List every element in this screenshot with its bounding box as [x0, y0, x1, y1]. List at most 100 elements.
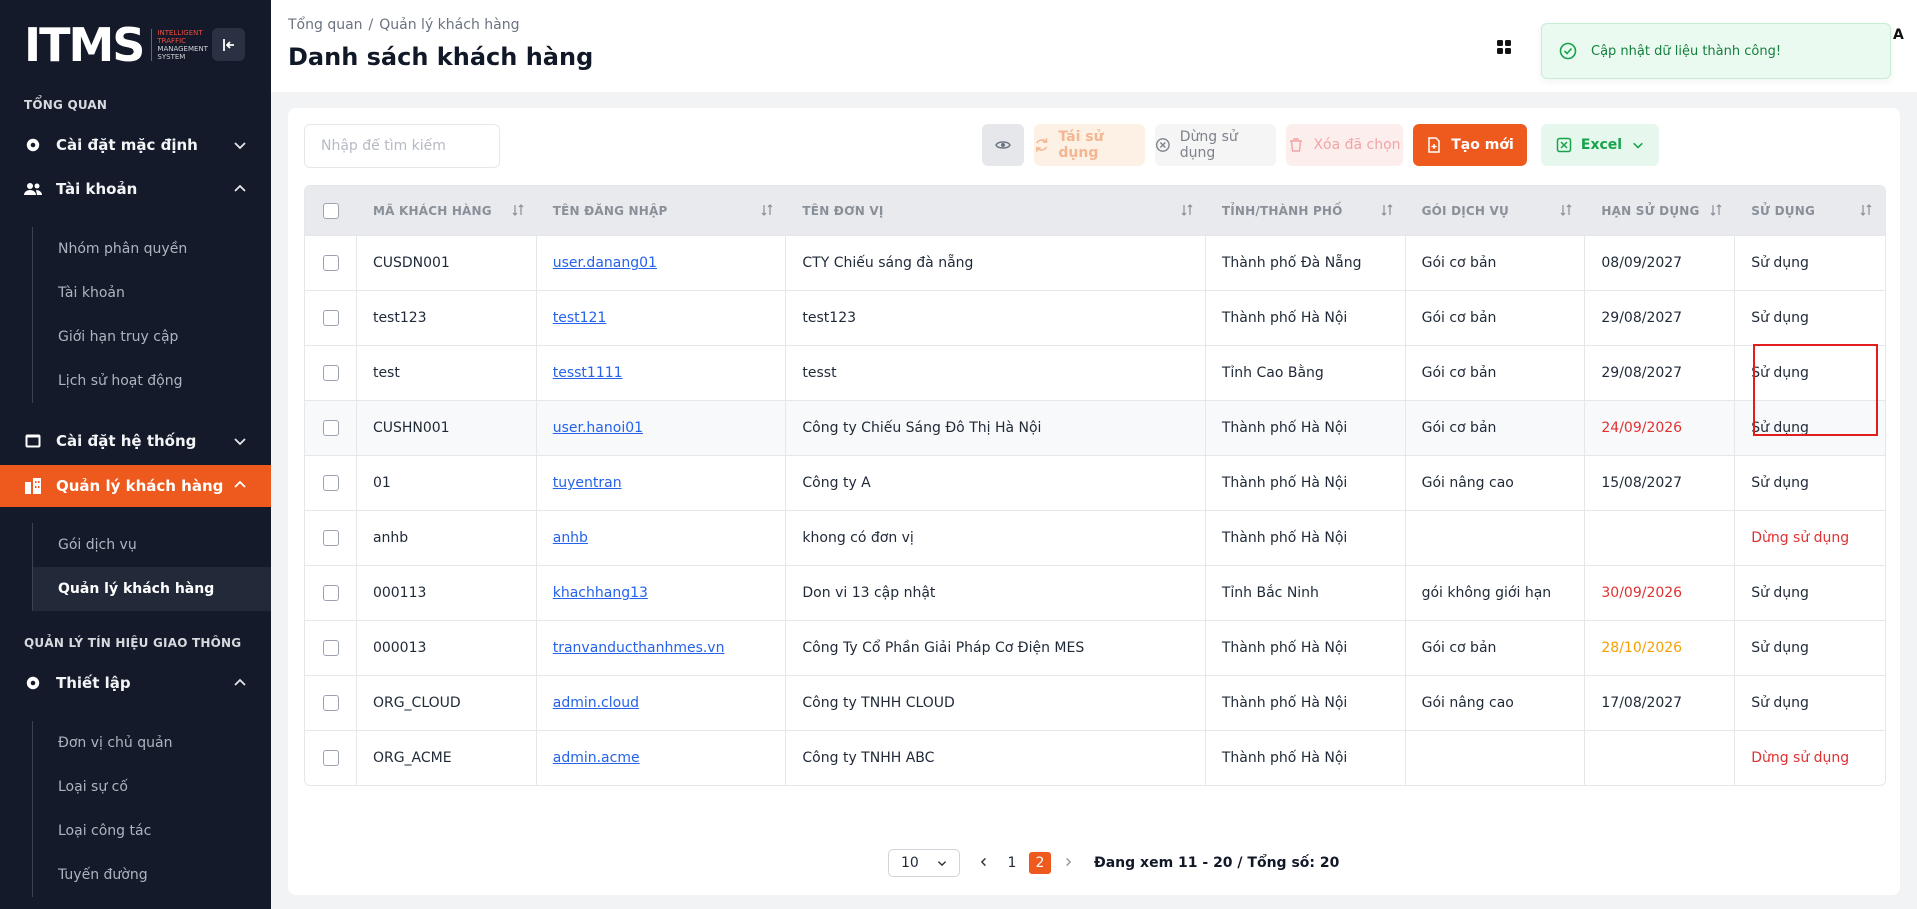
- page-2-button[interactable]: 2: [1029, 852, 1051, 874]
- row-select-cell: [305, 236, 357, 290]
- username-link[interactable]: admin.acme: [553, 750, 640, 766]
- row-checkbox[interactable]: [323, 530, 339, 546]
- sidebar-item-routes[interactable]: Tuyến đường: [33, 853, 271, 897]
- cell-customer-code: test123: [357, 291, 537, 345]
- logo-text: ITMS: [24, 18, 145, 72]
- trash-icon: [1290, 138, 1303, 152]
- menu-customer-management[interactable]: Quản lý khách hàng: [0, 465, 271, 507]
- menu-system-settings-label: Cài đặt hệ thống: [56, 432, 197, 450]
- cell-customer-code: ORG_CLOUD: [357, 676, 537, 730]
- username-link[interactable]: user.danang01: [553, 255, 657, 271]
- row-checkbox[interactable]: [323, 365, 339, 381]
- col-unit-name[interactable]: TÊN ĐƠN VỊ: [786, 186, 1205, 235]
- cell-customer-code: CUSHN001: [357, 401, 537, 455]
- cell-status: Sử dụng: [1751, 585, 1809, 601]
- user-avatar-letter[interactable]: A: [1893, 27, 1904, 43]
- row-checkbox[interactable]: [323, 585, 339, 601]
- select-all-cell: [305, 186, 357, 235]
- page-size-select[interactable]: 10: [888, 849, 960, 877]
- row-select-cell: [305, 621, 357, 675]
- excel-export-button[interactable]: Excel: [1541, 124, 1659, 166]
- row-select-cell: [305, 401, 357, 455]
- breadcrumb: Tổng quan / Quản lý khách hàng: [288, 17, 519, 33]
- menu-setup[interactable]: Thiết lập: [0, 663, 271, 703]
- sidebar-item-permission-groups[interactable]: Nhóm phân quyền: [33, 227, 271, 271]
- cell-username: user.hanoi01: [537, 401, 787, 455]
- row-checkbox[interactable]: [323, 420, 339, 436]
- cell-expiry: 08/09/2027: [1585, 236, 1736, 290]
- username-link[interactable]: khachhang13: [553, 585, 648, 601]
- sort-icon: [512, 204, 524, 216]
- breadcrumb-home[interactable]: Tổng quan: [288, 17, 363, 33]
- sidebar-item-customer-management[interactable]: Quản lý khách hàng: [33, 567, 271, 611]
- cell-expiry: 15/08/2027: [1585, 456, 1736, 510]
- row-checkbox[interactable]: [323, 750, 339, 766]
- sidebar-item-accounts[interactable]: Tài khoản: [33, 271, 271, 315]
- menu-default-settings-label: Cài đặt mặc định: [56, 136, 198, 154]
- table-row[interactable]: 000113 khachhang13 Don vi 13 cập nhật Tỉnh …: [305, 565, 1885, 620]
- col-province[interactable]: TỈNH/THÀNH PHỐ: [1206, 186, 1406, 235]
- username-link[interactable]: test121: [553, 310, 607, 326]
- cell-service-package: Gói cơ bản: [1406, 236, 1586, 290]
- row-checkbox[interactable]: [323, 640, 339, 656]
- delete-selected-button[interactable]: Xóa đã chọn: [1286, 124, 1403, 166]
- breadcrumb-current: Quản lý khách hàng: [379, 17, 520, 33]
- pagination-info: Đang xem 11 - 20 / Tổng số: 20: [1094, 855, 1340, 871]
- table-row[interactable]: 01 tuyentran Công ty A Thành phố Hà Nội Gói …: [305, 455, 1885, 510]
- table-row[interactable]: CUSDN001 user.danang01 CTY Chiếu sáng đà n…: [305, 235, 1885, 290]
- row-checkbox[interactable]: [323, 310, 339, 326]
- sidebar-item-managing-units[interactable]: Đơn vị chủ quản: [33, 721, 271, 765]
- col-expiry[interactable]: HẠN SỬ DỤNG: [1585, 186, 1735, 235]
- sidebar-item-service-packages[interactable]: Gói dịch vụ: [33, 523, 271, 567]
- excel-icon: [1556, 137, 1572, 153]
- sidebar-item-activity-history[interactable]: Lịch sử hoạt động: [33, 359, 271, 403]
- collapse-sidebar-button[interactable]: [212, 28, 245, 61]
- row-checkbox[interactable]: [323, 255, 339, 271]
- cell-unit-name: Công ty TNHH ABC: [786, 731, 1206, 785]
- prev-page-button[interactable]: [970, 855, 998, 871]
- stop-using-button[interactable]: Dừng sử dụng: [1155, 124, 1276, 166]
- reuse-button[interactable]: Tái sử dụng: [1034, 124, 1145, 166]
- apps-grid-button[interactable]: [1490, 33, 1518, 61]
- page-1-button[interactable]: 1: [998, 855, 1026, 871]
- col-service-package[interactable]: GÓI DỊCH VỤ: [1406, 186, 1586, 235]
- search-input[interactable]: [304, 124, 500, 168]
- username-link[interactable]: tranvanducthanhmes.vn: [553, 640, 725, 656]
- row-select-cell: [305, 731, 357, 785]
- cell-username: tranvanducthanhmes.vn: [537, 621, 787, 675]
- menu-system-settings[interactable]: Cài đặt hệ thống: [0, 421, 271, 461]
- menu-account[interactable]: Tài khoản: [0, 169, 271, 209]
- row-checkbox[interactable]: [323, 475, 339, 491]
- table-row[interactable]: anhb anhb khong có đơn vị Thành phố Hà Nội D…: [305, 510, 1885, 565]
- cell-customer-code: test: [357, 346, 537, 400]
- row-select-cell: [305, 346, 357, 400]
- col-status[interactable]: SỬ DỤNG: [1735, 186, 1885, 235]
- col-username[interactable]: TÊN ĐĂNG NHẬP: [537, 186, 787, 235]
- table-row[interactable]: test123 test121 test123 Thành phố Hà Nội Gói…: [305, 290, 1885, 345]
- column-visibility-button[interactable]: [982, 124, 1024, 166]
- sidebar-item-access-limit[interactable]: Giới hạn truy cập: [33, 315, 271, 359]
- cell-username: user.danang01: [537, 236, 787, 290]
- select-all-checkbox[interactable]: [323, 202, 339, 219]
- username-link[interactable]: anhb: [553, 530, 588, 546]
- sidebar-item-work-types[interactable]: Loại công tác: [33, 809, 271, 853]
- table-row[interactable]: CUSHN001 user.hanoi01 Công ty Chiếu Sáng Đ…: [305, 400, 1885, 455]
- sidebar-item-incident-types[interactable]: Loại sự cố: [33, 765, 271, 809]
- cell-expiry: 28/10/2026: [1585, 621, 1736, 675]
- cell-province: Tỉnh Bắc Ninh: [1206, 566, 1406, 620]
- row-checkbox[interactable]: [323, 695, 339, 711]
- table-row[interactable]: 000013 tranvanducthanhmes.vn Công Ty Cổ Ph…: [305, 620, 1885, 675]
- username-link[interactable]: user.hanoi01: [553, 420, 643, 436]
- next-page-button[interactable]: [1054, 855, 1082, 871]
- username-link[interactable]: tesst1111: [553, 365, 623, 381]
- menu-default-settings[interactable]: Cài đặt mặc định: [0, 125, 271, 165]
- table-row[interactable]: ORG_CLOUD admin.cloud Công ty TNHH CLOUD Th…: [305, 675, 1885, 730]
- cell-username: tesst1111: [537, 346, 787, 400]
- table-row[interactable]: ORG_ACME admin.acme Công ty TNHH ABC Thành …: [305, 730, 1885, 785]
- col-customer-code[interactable]: MÃ KHÁCH HÀNG: [357, 186, 537, 235]
- table-row[interactable]: test tesst1111 tesst Tỉnh Cao Bằng Gói cơ bả…: [305, 345, 1885, 400]
- cell-province: Thành phố Hà Nội: [1206, 401, 1406, 455]
- username-link[interactable]: tuyentran: [553, 475, 622, 491]
- username-link[interactable]: admin.cloud: [553, 695, 639, 711]
- create-new-button[interactable]: Tạo mới: [1413, 124, 1527, 166]
